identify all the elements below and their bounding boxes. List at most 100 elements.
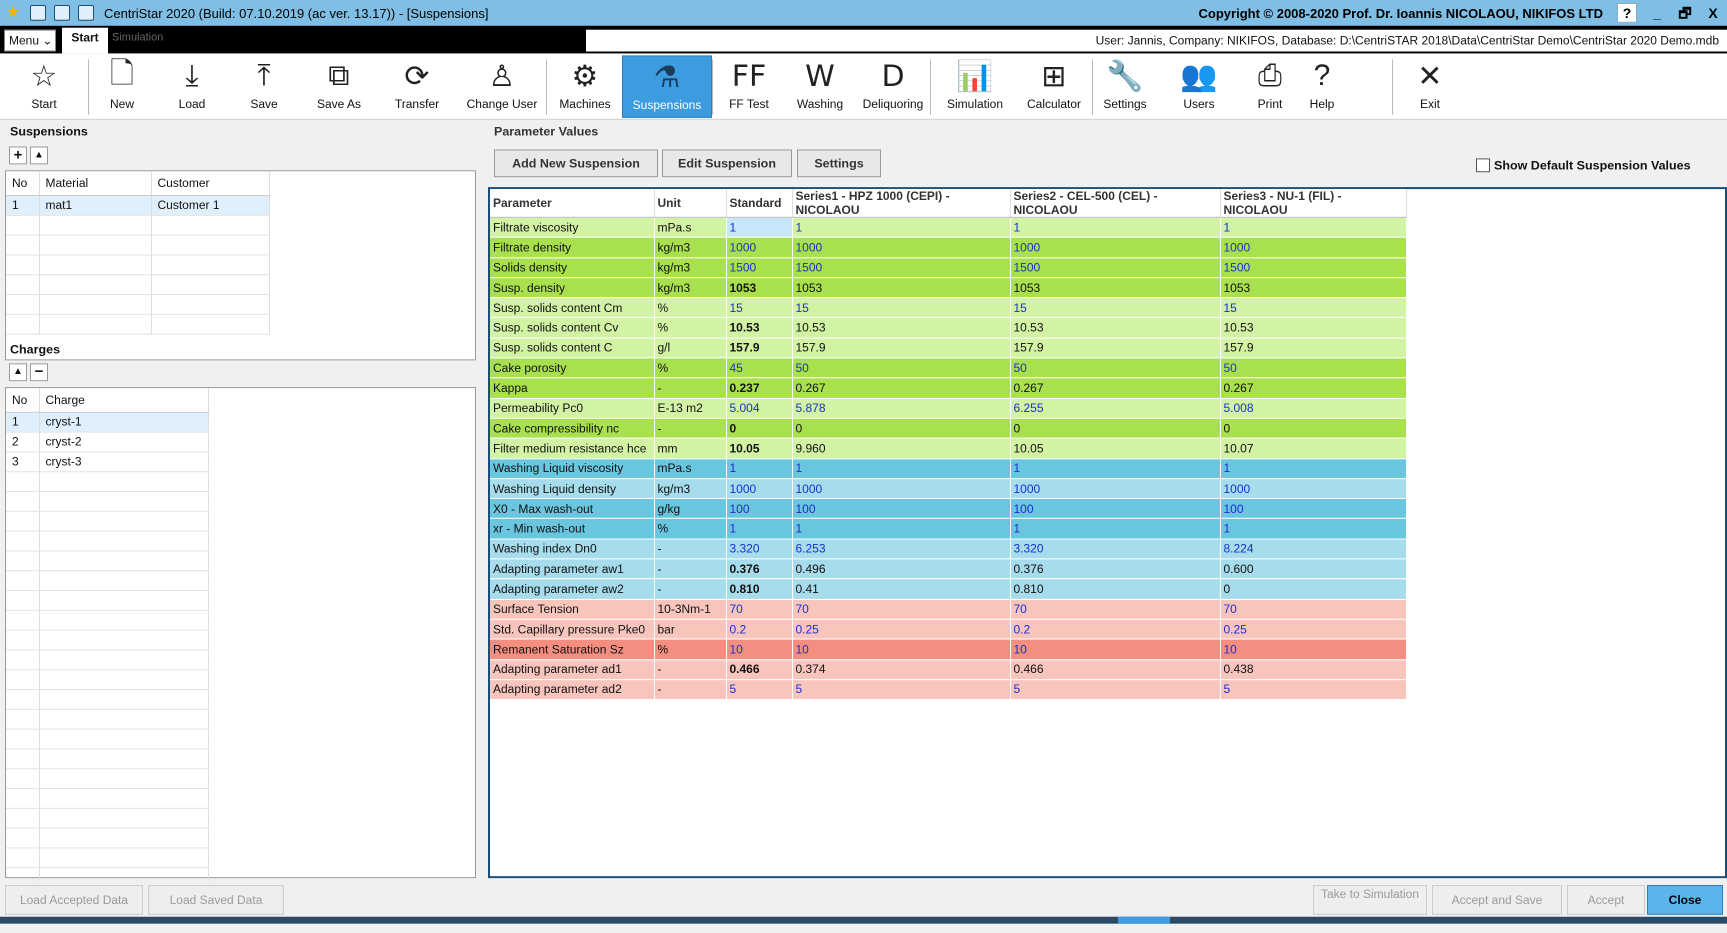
ribbon-save-as-button[interactable]: ⧉ Save As [302,55,376,117]
cell[interactable]: 1000 [792,237,1011,258]
cell[interactable]: 0 [792,418,1011,439]
col-no[interactable]: No [6,388,40,413]
cell[interactable]: 1 [1220,458,1407,480]
cell[interactable]: 1053 [1010,277,1221,299]
charge-up-button[interactable]: ▲ [9,363,27,382]
checkbox-box[interactable] [1476,158,1490,173]
ribbon-machines-button[interactable]: ⚙ Machines [550,55,620,117]
table-row[interactable]: Susp. density kg/m3 1053 1053 1053 1053 [490,277,1407,299]
quick-load-icon[interactable] [30,4,46,21]
ribbon-users-button[interactable]: 👥 Users [1162,55,1236,117]
remove-charge-button[interactable]: − [30,363,48,382]
show-default-checkbox[interactable]: Show Default Suspension Values [1476,158,1691,173]
cell[interactable]: 5.878 [792,398,1011,419]
cell[interactable]: 10.07 [1220,438,1407,459]
table-row[interactable]: Filtrate viscosity mPa.s 1 1 1 1 [490,217,1407,238]
cell[interactable]: 10.53 [792,317,1011,339]
cell[interactable]: 1000 [726,237,793,258]
move-up-button[interactable]: ▲ [30,146,48,165]
ribbon-exit-button[interactable]: ✕ Exit [1402,55,1458,117]
table-row[interactable]: Filter medium resistance hce mm 10.05 9.960… [490,438,1407,459]
cell[interactable]: 3.320 [1010,538,1221,560]
ribbon-help-button[interactable]: ? Help [1302,55,1342,117]
cell[interactable]: 15 [1010,297,1221,319]
minimize-button[interactable]: _ [1643,2,1671,24]
cell[interactable]: 8.224 [1220,538,1407,560]
param-col-header[interactable]: Parameter [490,189,655,218]
cell[interactable]: 0.2 [1010,619,1221,640]
parameter-values-table[interactable]: Parameter Unit Standard Series1 - HPZ 1000 … [488,187,1727,879]
settings-button[interactable]: Settings [797,149,881,178]
cell[interactable]: 157.9 [792,337,1011,359]
cell[interactable]: 1500 [726,257,793,279]
table-row[interactable]: Susp. solids content Cm% 15 15 15 15 [490,297,1407,319]
cell[interactable]: 1 [1010,518,1221,540]
cell[interactable]: 1000 [792,478,1011,500]
cell[interactable]: 1 [726,458,793,480]
table-row[interactable]: Adapting parameter ad2-5 5 5 5 [490,679,1407,701]
suspensions-table[interactable]: No Material Customer 1 mat1 Customer 1 [5,170,476,361]
ribbon-settings-button[interactable]: 🔧 Settings [1092,55,1158,117]
col-customer[interactable]: Customer [151,171,270,196]
ribbon-new-button[interactable]: 🗋 New [90,55,154,117]
cell[interactable]: 9.960 [792,438,1011,459]
table-row[interactable]: Adapting parameter ad1-0.466 0.374 0.466 0.… [490,659,1407,680]
cell[interactable]: 0.374 [792,659,1011,680]
table-row[interactable]: xr - Min wash-out% 1 1 1 1 [490,518,1407,540]
table-row[interactable]: 1 mat1 Customer 1 [6,195,270,216]
cell[interactable]: 1053 [1220,277,1407,299]
cell[interactable]: 1000 [1220,478,1407,500]
cell[interactable]: 100 [726,498,793,520]
table-row[interactable]: Std. Capillary pressure Pke0 bar 0.2 0.25 0.… [490,619,1407,640]
load-accepted-data-button[interactable]: Load Accepted Data [5,885,143,915]
cell[interactable]: 5.008 [1220,398,1407,419]
cell[interactable]: 1 [726,518,793,540]
cell[interactable]: 0.376 [726,558,793,580]
add-new-suspension-button[interactable]: Add New Suspension [494,149,658,178]
table-row[interactable]: Cake porosity% 45 50 50 50 [490,357,1407,379]
cell[interactable]: 50 [792,357,1011,379]
quick-export-icon[interactable] [78,4,94,21]
cell[interactable]: 0.810 [726,578,793,600]
table-row[interactable]: Cake compressibility nc -0 0 0 0 [490,418,1407,439]
cell[interactable]: 1500 [1010,257,1221,279]
load-saved-data-button[interactable]: Load Saved Data [148,885,284,915]
cell[interactable]: 10.53 [1010,317,1221,339]
menu-dropdown[interactable]: Menu ⌄ [4,29,56,52]
col-charge[interactable]: Charge [39,388,209,413]
close-window-button[interactable]: X [1699,2,1727,24]
cell[interactable]: 15 [726,297,793,319]
cell[interactable]: 10.53 [726,317,793,339]
cell[interactable]: 0.438 [1220,659,1407,680]
edit-suspension-button[interactable]: Edit Suspension [662,149,792,178]
cell[interactable]: 1000 [726,478,793,500]
ribbon-deliquoring-button[interactable]: D Deliquoring [856,55,930,117]
cell[interactable]: 10 [726,639,793,660]
cell[interactable]: 50 [1010,357,1221,379]
cell[interactable]: 1 [1010,217,1221,238]
table-row[interactable]: Susp. solids content Cv% 10.53 10.53 10.53 1… [490,317,1407,339]
cell[interactable]: 70 [1220,599,1407,620]
cell[interactable]: 1 [1220,217,1407,238]
ribbon-print-button[interactable]: ⎙ Print [1240,55,1300,117]
cell[interactable]: 15 [1220,297,1407,319]
quick-save-icon[interactable] [54,4,70,21]
accept-button[interactable]: Accept [1567,885,1645,915]
ribbon-calculator-button[interactable]: ⊞ Calculator [1018,55,1090,117]
cell[interactable]: 10.05 [726,438,793,459]
table-row[interactable]: Adapting parameter aw1-0.376 0.496 0.376 0.… [490,558,1407,580]
cell[interactable]: 157.9 [1220,337,1407,359]
table-row[interactable]: Susp. solids content Cg/l 157.9 157.9 157.9… [490,337,1407,359]
cell[interactable]: 0 [1010,418,1221,439]
cell[interactable]: 70 [726,599,793,620]
cell[interactable]: 1 [1220,518,1407,540]
cell[interactable]: 10 [792,639,1011,660]
cell[interactable]: 1053 [726,277,793,299]
param-col-header[interactable]: Standard [726,189,793,218]
ribbon-start-button[interactable]: ☆ Start [4,55,84,117]
cell[interactable]: 157.9 [1010,337,1221,359]
col-material[interactable]: Material [39,171,152,196]
param-col-header[interactable]: Series3 - NU-1 (FIL) - NICOLAOU [1220,189,1407,218]
cell[interactable]: 157.9 [726,337,793,359]
ribbon-change-user-button[interactable]: ♙ Change User [458,55,546,117]
